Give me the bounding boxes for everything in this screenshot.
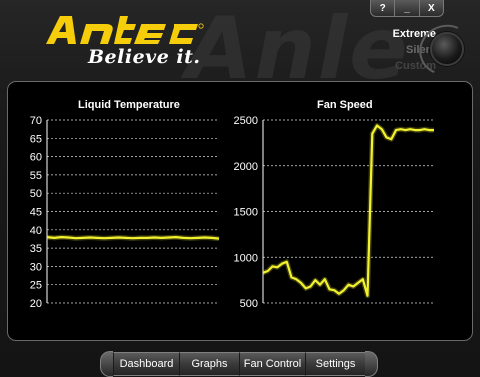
liquid-temperature-tick-label: 65: [30, 133, 42, 145]
fan-speed-tick-label: 2000: [234, 161, 258, 173]
liquid-temperature-tick-label: 55: [30, 170, 42, 182]
nav-cap-left: [100, 351, 113, 377]
liquid-temperature-tick-label: 60: [30, 152, 42, 164]
liquid-temperature-tick-label: 25: [30, 280, 42, 292]
fan-speed-tick-label: 1000: [234, 252, 258, 264]
liquid-temperature-tick-label: 50: [30, 188, 42, 200]
fan-speed-tick-label: 1500: [234, 207, 258, 219]
tab-fan-control[interactable]: Fan Control: [239, 352, 305, 376]
tagline: Believe it.: [88, 46, 201, 68]
liquid-temperature-tick-label: 45: [30, 207, 42, 219]
bottom-nav: Dashboard Graphs Fan Control Settings: [100, 351, 381, 377]
profile-dial-knob[interactable]: [430, 32, 464, 66]
liquid-temperature-tick-label: 35: [30, 243, 42, 255]
liquid-temperature-tick-label: 40: [30, 225, 42, 237]
fan-speed-tick-label: 2500: [234, 115, 258, 127]
liquid-temperature-series-line: [46, 236, 220, 240]
liquid-temperature-tick-label: 30: [30, 261, 42, 273]
brand-watermark: Anle: [186, 0, 410, 99]
antec-logo: [44, 12, 204, 48]
tab-dashboard[interactable]: Dashboard: [113, 352, 179, 376]
nav-cap-right: [365, 351, 378, 377]
charts-panel: Liquid Temperature Fan Speed 70 65 60 55 50 4…: [7, 81, 473, 341]
minimize-button[interactable]: _: [395, 0, 420, 16]
help-button[interactable]: ?: [371, 0, 396, 16]
tab-graphs[interactable]: Graphs: [179, 352, 239, 376]
liquid-temperature-tick-label: 70: [30, 115, 42, 127]
window-controls: ? _ X: [370, 0, 444, 17]
app-window: Anle Believe it. ? _ X Extreme Silent Cu…: [0, 0, 480, 377]
charts-canvas: 70 65 60 55 50 45 40 35 30 25 20 2500 2000 1500 1000 50…: [30, 115, 434, 310]
close-button[interactable]: X: [420, 0, 443, 16]
tab-settings[interactable]: Settings: [305, 352, 365, 376]
fan-speed-series-line: [262, 124, 434, 297]
liquid-temperature-tick-label: 20: [30, 298, 42, 310]
fan-speed-tick-label: 500: [240, 298, 258, 310]
